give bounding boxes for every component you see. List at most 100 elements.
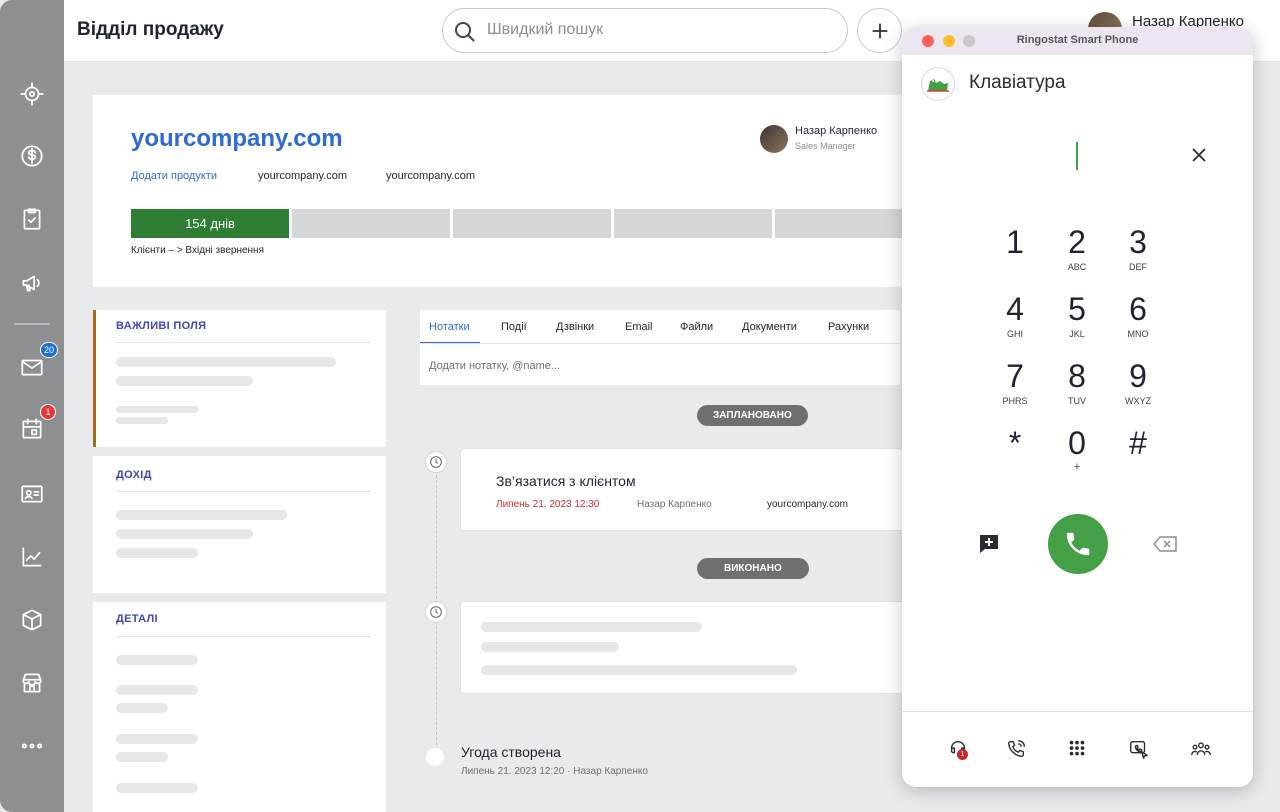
smart-phone-window: Ringostat Smart Phone Клавіатура 1 2 ABC … — [902, 27, 1253, 787]
keypad-heading: Клавіатура — [969, 72, 1066, 93]
clear-number-icon[interactable] — [1188, 144, 1210, 166]
key-letters: JKL — [1069, 329, 1085, 339]
skeleton-line — [116, 655, 198, 665]
key-4[interactable]: 4 GHI — [985, 291, 1045, 351]
key-digit: 6 — [1129, 291, 1147, 327]
key-0[interactable]: 0 + — [1047, 425, 1107, 485]
search-box[interactable] — [442, 8, 848, 53]
owner-avatar — [760, 125, 788, 153]
key-digit: 5 — [1068, 291, 1086, 327]
task-title: Зв’язатися з клієнтом — [496, 473, 636, 489]
key-digit: 1 — [1006, 224, 1024, 260]
chart-icon[interactable] — [16, 541, 48, 573]
deal-field-1: yourcompany.com — [258, 170, 348, 182]
key-5[interactable]: 5 JKL — [1047, 291, 1107, 351]
key-letters: GHI — [1006, 329, 1023, 339]
task-card[interactable]: Зв’язатися з клієнтом Липень 21. 2023 12… — [460, 448, 910, 531]
keypad-tab-icon[interactable] — [1063, 735, 1091, 763]
key-3[interactable]: 3 DEF — [1108, 224, 1168, 284]
tab-documents[interactable]: Документи — [742, 321, 797, 333]
key-7[interactable]: 7 PHRS — [985, 358, 1045, 418]
pipeline-path: Клієнти – > Вхідні звернення — [131, 245, 264, 256]
stage-2[interactable] — [292, 209, 450, 238]
add-button[interactable] — [857, 8, 902, 53]
skeleton-line — [116, 417, 168, 424]
phone-window-title: Ringostat Smart Phone — [1016, 34, 1139, 46]
skeleton-line — [116, 510, 287, 520]
skeleton-line — [116, 376, 253, 386]
phone-footer-divider — [902, 711, 1253, 712]
owner-name: Назар Карпенко — [795, 125, 878, 137]
task-user: Назар Карпенко — [637, 499, 712, 510]
add-note-input[interactable]: Додати нотатку, @name... — [429, 360, 560, 372]
key-digit: 0 — [1068, 425, 1086, 461]
done-task-card[interactable] — [460, 601, 910, 694]
key-9[interactable]: 9 WXYZ — [1108, 358, 1168, 418]
key-star[interactable]: * — [985, 425, 1045, 485]
skeleton-line — [116, 752, 168, 762]
number-input-caret[interactable] — [1076, 142, 1078, 170]
search-icon — [455, 22, 475, 42]
stage-5[interactable] — [775, 209, 905, 238]
tab-invoices[interactable]: Рахунки — [828, 321, 869, 333]
key-2[interactable]: 2 ABC — [1047, 224, 1107, 284]
store-icon[interactable] — [16, 667, 48, 699]
megaphone-icon[interactable] — [16, 267, 48, 299]
phone-icon — [1066, 532, 1090, 556]
target-icon[interactable] — [16, 78, 48, 110]
panel-title-important: ВАЖЛИВІ ПОЛЯ — [116, 320, 207, 332]
owner-role: Sales Manager — [795, 141, 856, 151]
key-hash[interactable]: # — [1108, 425, 1168, 485]
tab-files[interactable]: Файли — [680, 321, 713, 333]
deal-card: yourcompany.com Додати продукти yourcomp… — [93, 95, 923, 287]
skeleton-line — [116, 548, 198, 558]
skeleton-line — [481, 642, 619, 652]
calendar-badge: 1 — [40, 404, 56, 420]
clipboard-check-icon[interactable] — [16, 203, 48, 235]
key-digit: 9 — [1129, 358, 1147, 394]
task-date: Липень 21. 2023 12:30 — [496, 499, 600, 510]
skeleton-line — [116, 357, 336, 367]
tab-events[interactable]: Події — [501, 321, 527, 333]
stage-4[interactable] — [614, 209, 772, 238]
contacts-icon[interactable] — [1187, 735, 1215, 763]
key-letters: PHRS — [1002, 396, 1028, 406]
clock-icon — [425, 451, 447, 473]
dollar-icon[interactable] — [16, 140, 48, 172]
panel-title-details: ДЕТАЛІ — [116, 613, 158, 625]
skeleton-line — [116, 406, 198, 413]
ringostat-logo — [921, 67, 955, 101]
call-history-icon[interactable] — [1002, 735, 1030, 763]
key-6[interactable]: 6 MNO — [1108, 291, 1168, 351]
tab-notes[interactable]: Нотатки — [429, 321, 470, 333]
box-icon[interactable] — [16, 604, 48, 636]
mail-badge: 20 — [40, 342, 59, 358]
more-icon[interactable] — [16, 730, 48, 762]
plus-icon — [872, 23, 887, 38]
timeline-dot — [426, 748, 444, 766]
key-letters: MNO — [1127, 329, 1149, 339]
skeleton-line — [481, 622, 702, 632]
phone-titlebar: Ringostat Smart Phone — [902, 27, 1253, 55]
skeleton-line — [116, 529, 253, 539]
panel-rule — [116, 491, 371, 492]
contact-card-icon[interactable] — [16, 478, 48, 510]
tab-calls[interactable]: Дзвінки — [556, 321, 594, 333]
backspace-icon[interactable] — [1150, 529, 1180, 559]
add-products-link[interactable]: Додати продукти — [131, 170, 217, 182]
key-8[interactable]: 8 TUV — [1047, 358, 1107, 418]
callback-icon[interactable] — [1125, 735, 1153, 763]
tab-email[interactable]: Email — [625, 321, 653, 333]
skeleton-line — [116, 703, 168, 713]
task-company: yourcompany.com — [767, 499, 848, 510]
stage-3[interactable] — [453, 209, 611, 238]
search-input[interactable] — [487, 21, 827, 39]
key-digit: * — [1008, 425, 1022, 461]
key-1[interactable]: 1 — [985, 224, 1045, 284]
stage-active[interactable]: 154 днів — [131, 209, 289, 238]
support-chat-icon[interactable] — [944, 735, 972, 763]
add-comment-icon[interactable] — [974, 529, 1004, 559]
panel-rule — [116, 636, 371, 637]
key-digit: 2 — [1068, 224, 1086, 260]
call-button[interactable] — [1048, 514, 1108, 574]
